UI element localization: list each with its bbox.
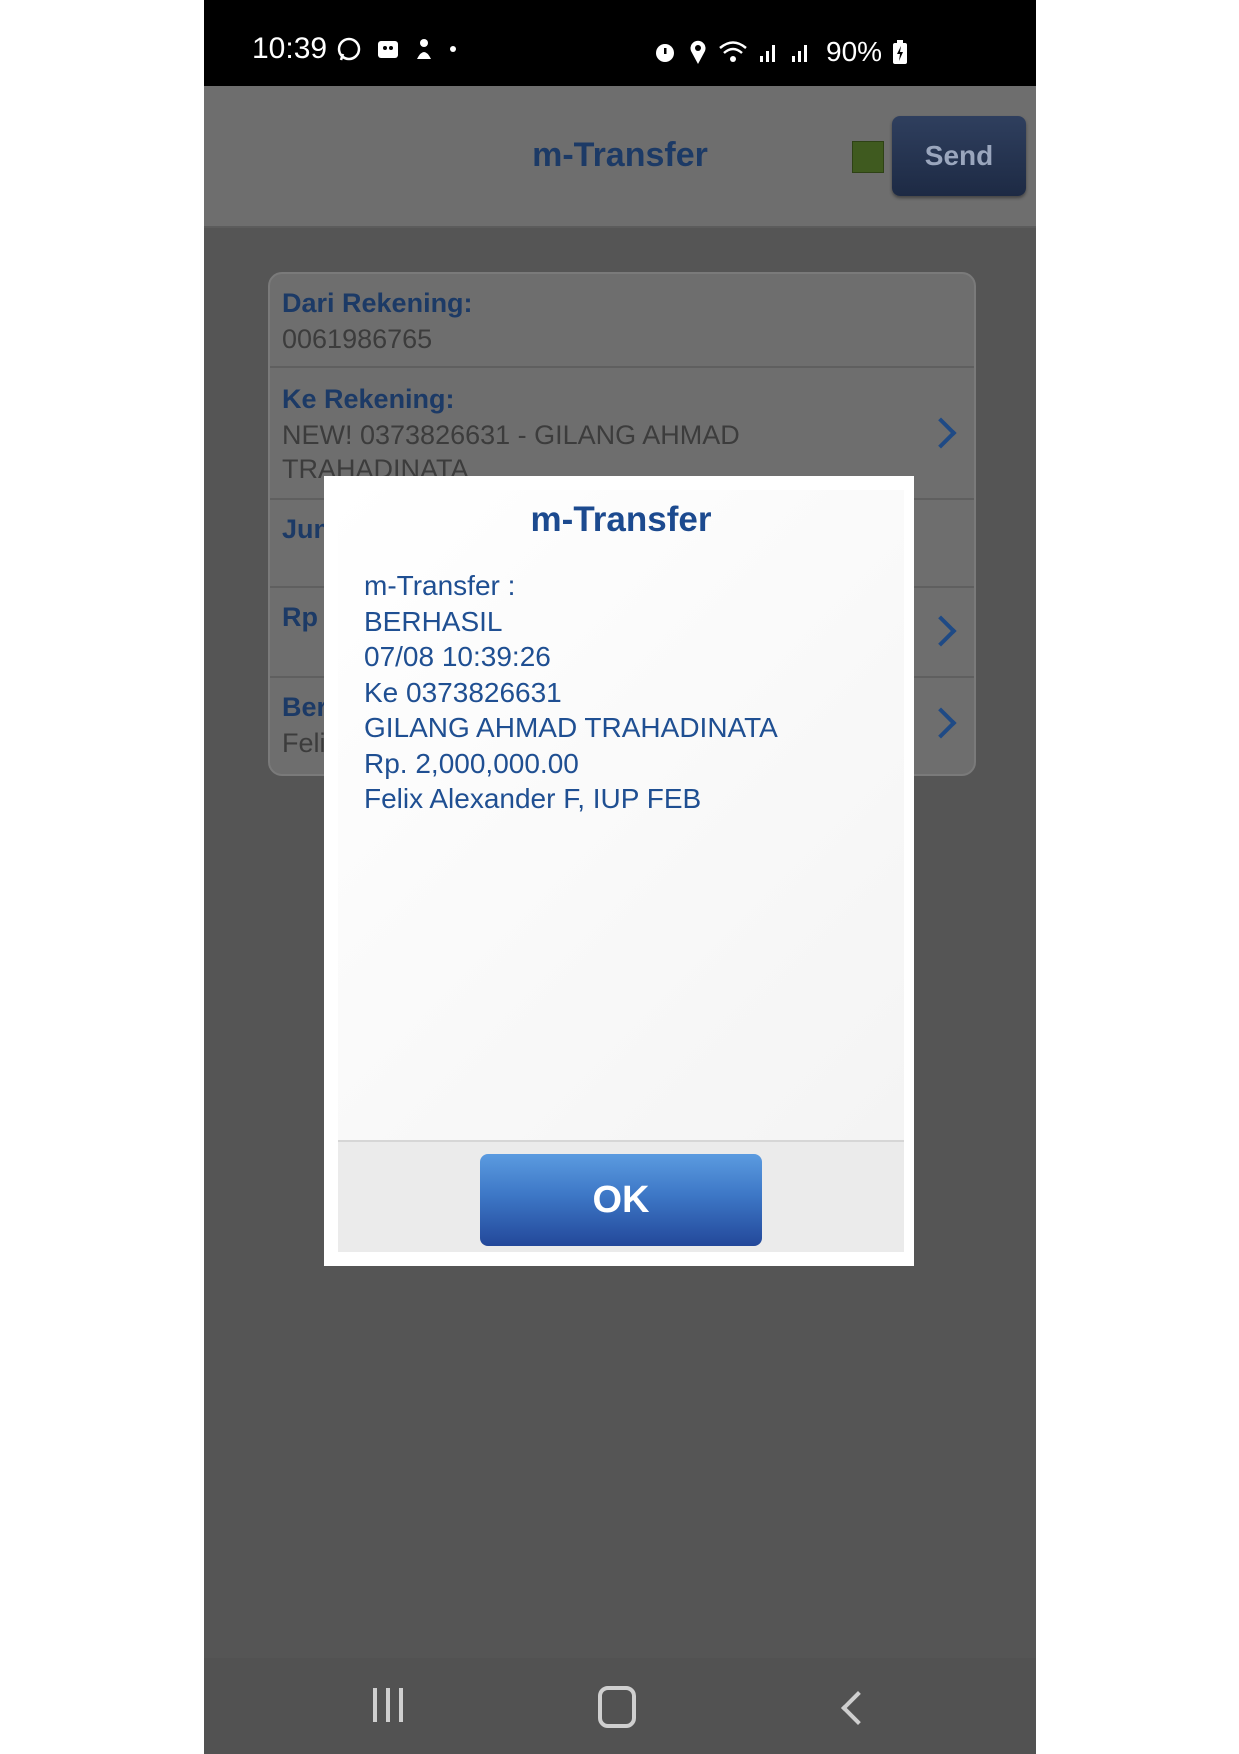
back-icon[interactable] [841, 1691, 875, 1725]
notification-icons [336, 36, 458, 62]
chevron-right-icon [925, 417, 957, 449]
note-label: Ber [282, 692, 328, 722]
message-line: Rp. 2,000,000.00 [364, 747, 579, 779]
send-button[interactable]: Send [892, 116, 1026, 196]
chevron-right-icon [925, 707, 957, 739]
status-bar: 10:39 90% [204, 0, 1036, 86]
phone-screen: 10:39 90% m-Transfer Send Dari Rekening:… [204, 0, 1036, 1754]
message-line: Felix Alexander F, IUP FEB [364, 783, 702, 814]
message-line: 07/08 10:39:26 [364, 641, 551, 672]
from-account-value: 0061986765 [282, 324, 433, 354]
whatsapp-icon [337, 37, 361, 61]
alarm-icon [656, 44, 674, 62]
gallery-icon [378, 41, 398, 58]
from-account-row[interactable]: Dari Rekening: 0061986765 [270, 274, 974, 368]
message-line: GILANG AHMAD TRAHADINATA [364, 712, 778, 743]
signal-icon [792, 45, 807, 62]
message-line: Ke 0373826631 [364, 676, 562, 708]
dialog-message: m-Transfer : BERHASIL 07/08 10:39:26 Ke … [364, 568, 778, 817]
recents-icon[interactable] [368, 1688, 408, 1728]
dialog-body: m-Transfer m-Transfer : BERHASIL 07/08 1… [338, 490, 904, 1252]
amount-type-label: Jun [282, 514, 331, 544]
home-icon[interactable] [598, 1686, 636, 1728]
dialog-footer: OK [338, 1140, 904, 1252]
location-icon [690, 40, 706, 64]
status-time: 10:39 [252, 32, 328, 65]
dot-icon [450, 46, 456, 52]
from-account-label: Dari Rekening: [282, 288, 473, 318]
message-line: BERHASIL [364, 605, 503, 637]
app-icon [417, 39, 431, 59]
ok-button[interactable]: OK [480, 1154, 762, 1246]
chevron-right-icon [925, 615, 957, 647]
message-line: m-Transfer : [364, 570, 516, 601]
result-dialog: m-Transfer m-Transfer : BERHASIL 07/08 1… [324, 476, 914, 1266]
app-header: m-Transfer Send [204, 86, 1036, 228]
connection-status-indicator [852, 141, 884, 173]
navigation-bar [204, 1658, 1036, 1754]
battery-percent: 90% [826, 36, 883, 67]
wifi-icon [719, 41, 747, 62]
system-icons: 90% [652, 36, 908, 68]
to-account-label: Ke Rekening: [282, 384, 455, 414]
signal-icon [760, 45, 775, 62]
amount-label: Rp [282, 602, 318, 632]
battery-icon [893, 40, 908, 64]
dialog-title: m-Transfer [530, 500, 712, 539]
